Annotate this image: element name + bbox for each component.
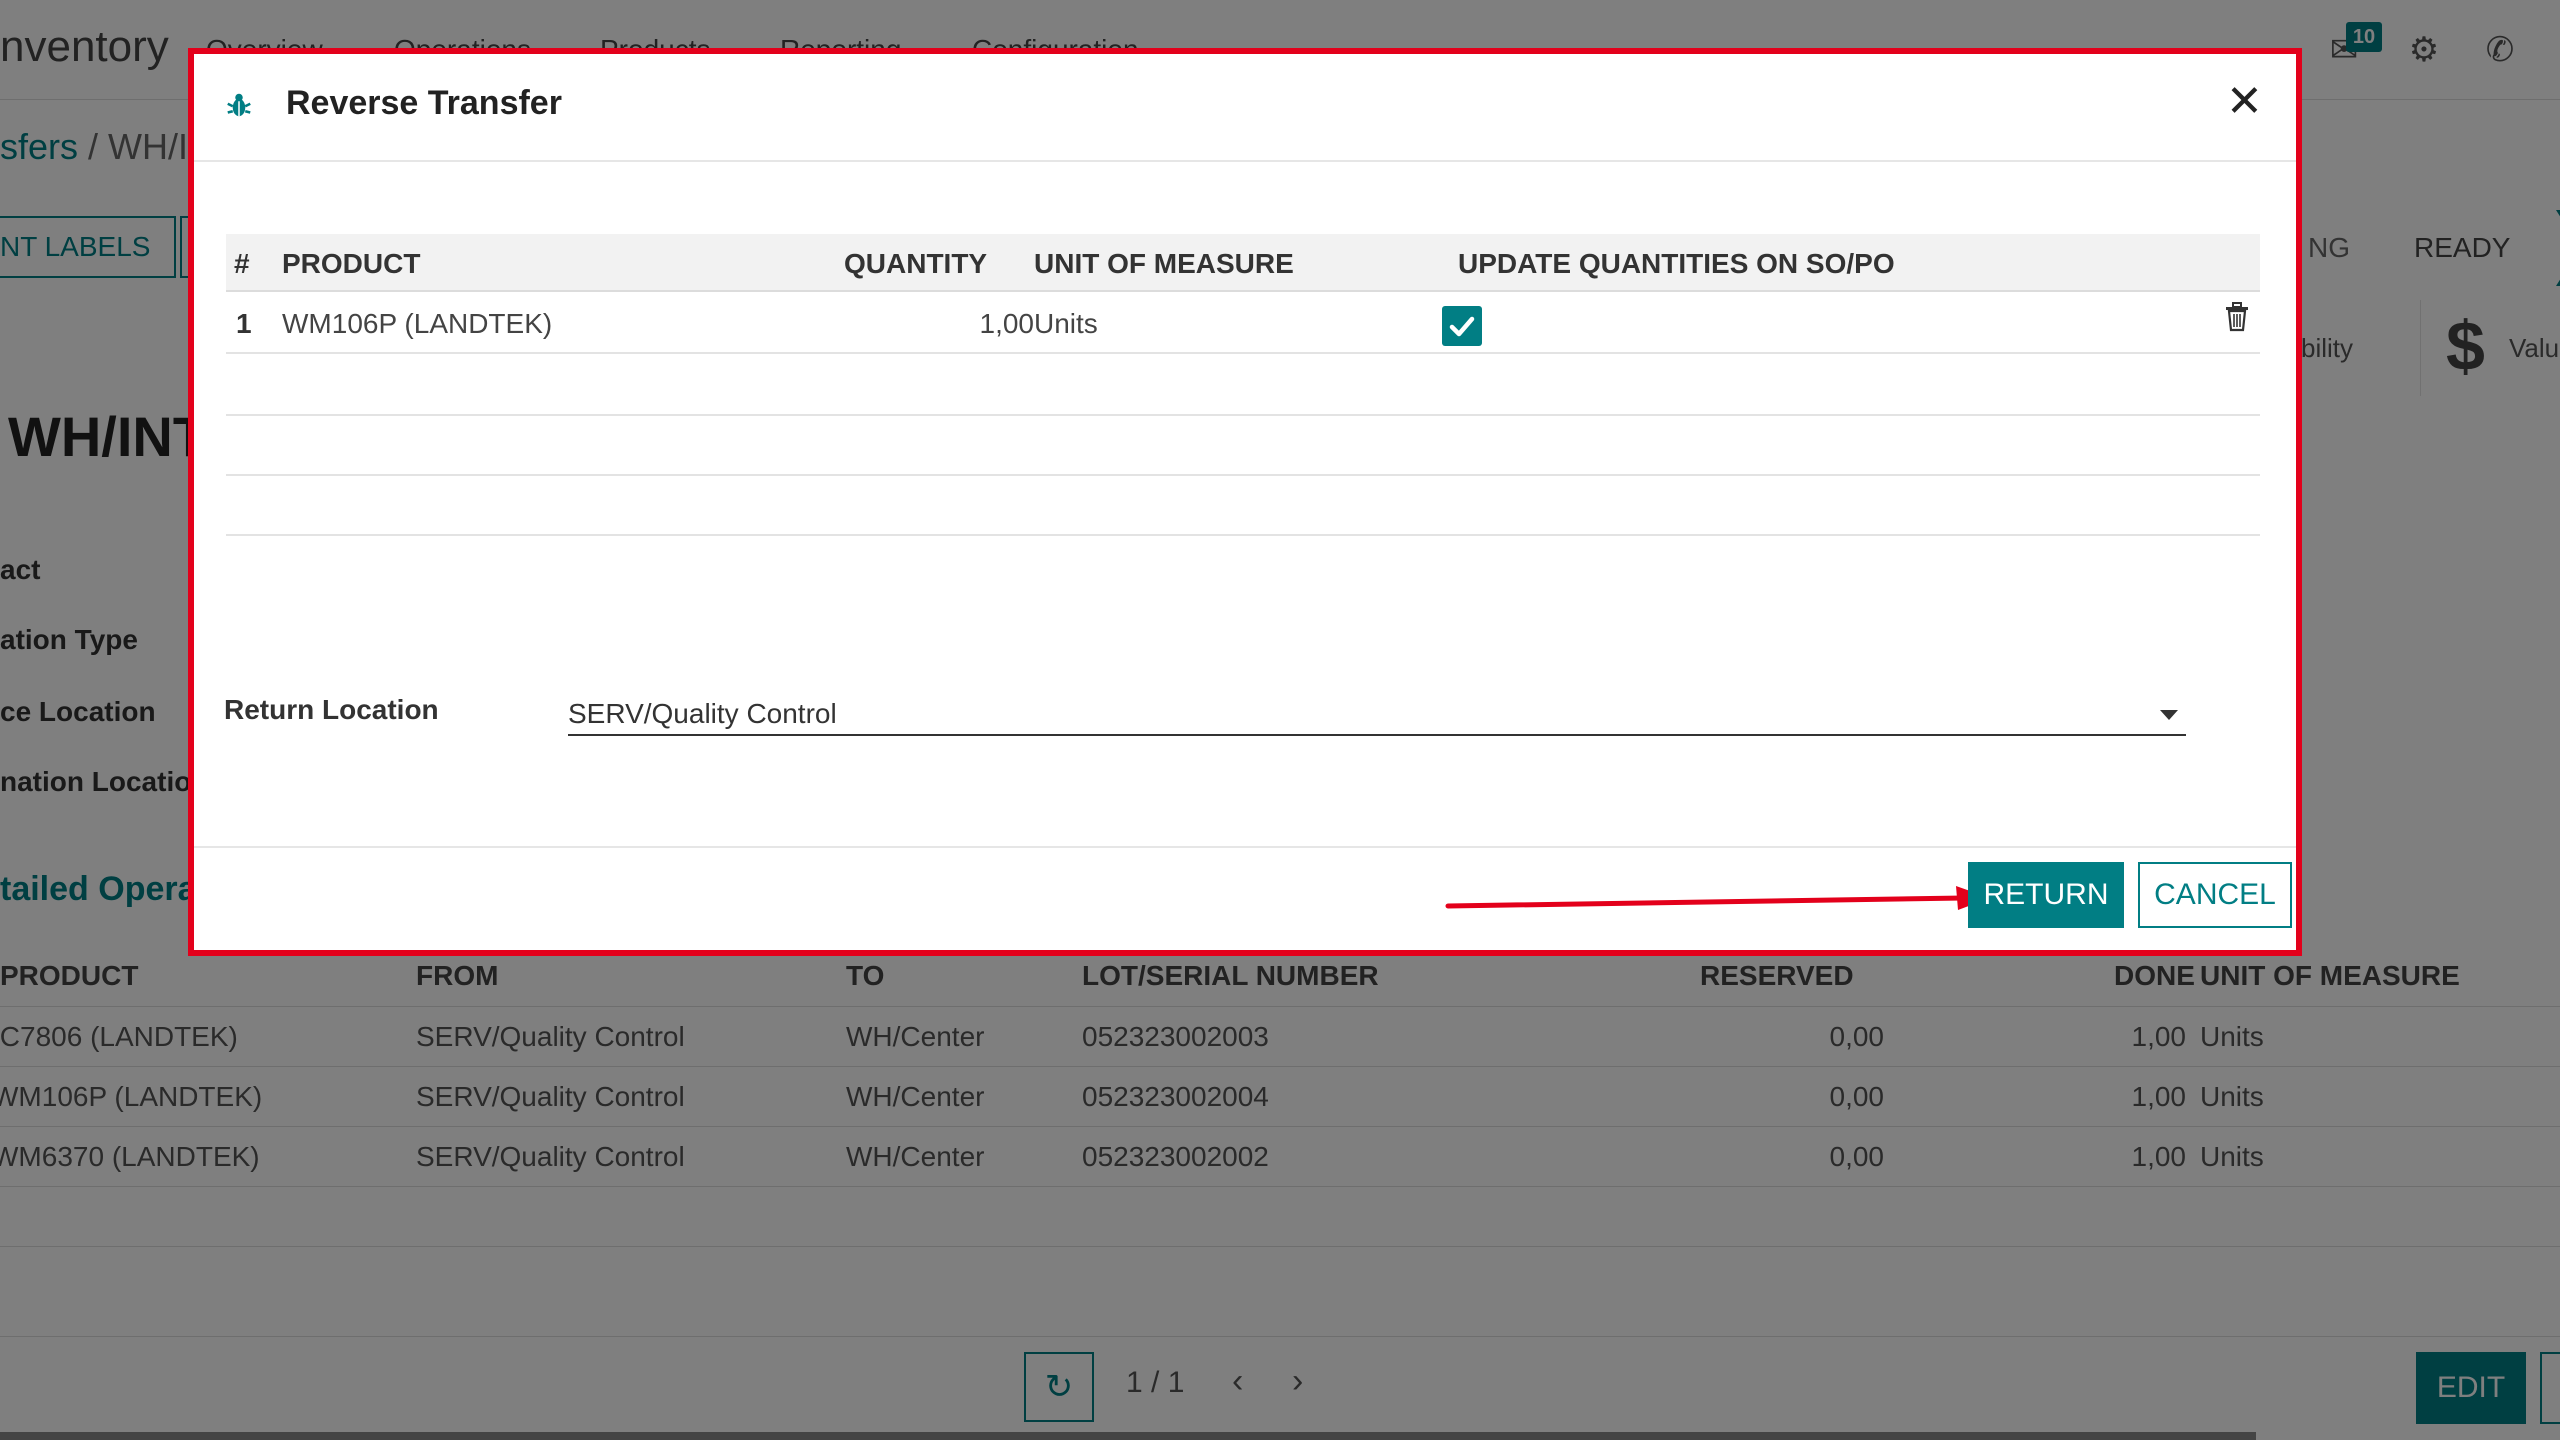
- table-header-row: # PRODUCT QUANTITY UNIT OF MEASURE UPDAT…: [226, 234, 2260, 292]
- dialog-title: Reverse Transfer: [286, 84, 562, 122]
- table-row-empty: [226, 416, 2260, 476]
- dialog-header: Reverse Transfer ✕: [194, 54, 2296, 162]
- cell-uom: Units: [1034, 308, 1098, 339]
- table-row-empty: [226, 476, 2260, 536]
- return-location-label: Return Location: [224, 694, 439, 725]
- return-location-value: SERV/Quality Control: [568, 698, 837, 729]
- table-row-empty: [226, 354, 2260, 416]
- bug-icon[interactable]: [224, 90, 254, 120]
- col-header-quantity[interactable]: QUANTITY: [844, 248, 987, 280]
- caret-down-icon[interactable]: [2160, 710, 2178, 720]
- update-quantities-checkbox[interactable]: [1442, 306, 1482, 346]
- col-header-uom[interactable]: UNIT OF MEASURE: [1034, 248, 1294, 280]
- checkmark-icon: [1449, 316, 1475, 337]
- cell-product[interactable]: WM106P (LANDTEK): [282, 308, 552, 340]
- cancel-button[interactable]: CANCEL: [2138, 862, 2292, 928]
- table-row[interactable]: 1 WM106P (LANDTEK) 1,00 Units: [226, 292, 2260, 354]
- col-header-product[interactable]: PRODUCT: [282, 248, 420, 280]
- return-button[interactable]: RETURN: [1968, 862, 2124, 928]
- cell-quantity[interactable]: 1,00: [962, 308, 1035, 340]
- col-header-update-quantities[interactable]: UPDATE QUANTITIES ON SO/PO: [1458, 248, 1895, 280]
- return-location-select[interactable]: SERV/Quality Control: [568, 684, 2186, 736]
- annotation-arrow: [1445, 886, 1990, 910]
- close-icon[interactable]: ✕: [2226, 76, 2263, 127]
- col-header-index: #: [234, 248, 250, 279]
- reverse-transfer-dialog: Reverse Transfer ✕ # PRODUCT QUANTITY UN…: [188, 48, 2302, 956]
- trash-icon[interactable]: [2224, 302, 2250, 332]
- cell-index: 1: [236, 308, 252, 339]
